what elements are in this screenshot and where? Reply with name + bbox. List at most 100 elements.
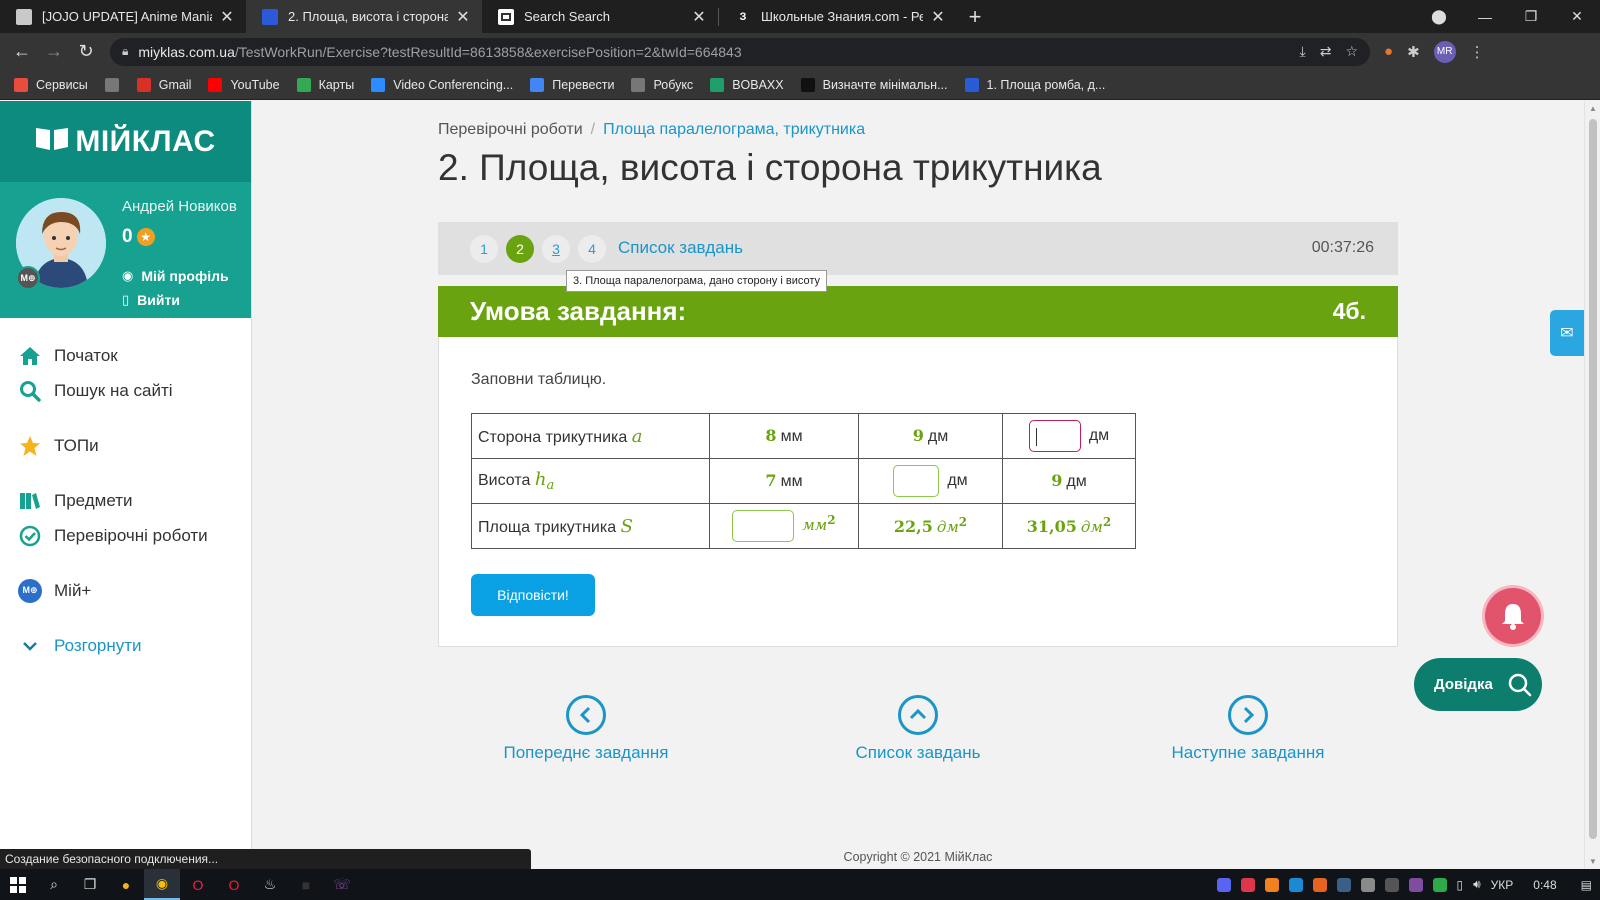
logout-link[interactable]: ▯ Вийти (122, 292, 180, 308)
battery-icon[interactable]: ▯ (1457, 878, 1464, 892)
my-profile-link[interactable]: ◉ Мій профіль (122, 268, 229, 284)
check-tray-icon[interactable] (1432, 877, 1447, 892)
next-task-button[interactable]: Наступне завдання (1148, 695, 1348, 763)
task-number-2-current[interactable]: 2 (506, 235, 534, 263)
translate-icon[interactable]: ⇄ (1320, 43, 1332, 60)
language-indicator[interactable]: УКР (1491, 878, 1514, 892)
bookmark-item[interactable]: BOBAXX (710, 77, 784, 92)
steam-tray-icon[interactable] (1336, 877, 1351, 892)
profile-dropdown-icon[interactable]: ⬤ (1416, 8, 1462, 25)
profile-avatar[interactable]: MR (1433, 40, 1456, 63)
task-number-4[interactable]: 4 (578, 235, 606, 263)
check-circle-icon (18, 524, 42, 548)
bookmark-item[interactable] (104, 77, 127, 92)
sidebar-item-home[interactable]: Початок (0, 338, 251, 373)
previous-task-button[interactable]: Попереднє завдання (486, 695, 686, 763)
back-button[interactable]: ← (6, 41, 38, 62)
bookmark-item[interactable]: YouTube (208, 77, 280, 92)
bookmark-item[interactable]: 1. Площа ромба, д... (964, 77, 1105, 92)
close-icon[interactable]: ✕ (454, 7, 472, 27)
task-number-3[interactable]: 3 (542, 235, 570, 263)
translate-icon (530, 77, 545, 92)
sidebar-item-subjects[interactable]: Предмети (0, 483, 251, 518)
answer-button[interactable]: Відповісти! (471, 574, 595, 616)
bookmark-item[interactable]: Gmail (136, 77, 191, 92)
bookmark-star-icon[interactable]: ☆ (1345, 43, 1358, 60)
app-icon[interactable]: ■ (288, 869, 324, 900)
sidebar-item-tops[interactable]: ТОПи (0, 428, 251, 463)
bookmark-item[interactable]: Сервисы (14, 77, 88, 92)
page-scrollbar[interactable]: ▲ ▼ (1584, 101, 1600, 869)
tray-app-icon[interactable] (1288, 877, 1303, 892)
bookmark-item[interactable]: Робукс (631, 77, 693, 92)
site-logo[interactable]: МІЙКЛАС (0, 101, 251, 182)
cell-value: 31,05 (1026, 517, 1077, 536)
volume-icon[interactable]: 🔊︎ (1473, 877, 1481, 892)
chrome-icon[interactable]: ◉ (144, 869, 180, 900)
bookmark-item[interactable]: Карты (296, 77, 354, 92)
bookmark-label: BOBAXX (732, 77, 784, 92)
restore-button[interactable]: ❐ (1508, 8, 1554, 25)
breadcrumb-current[interactable]: Площа паралелограма, трикутника (603, 121, 865, 138)
url-bar[interactable]: 🔒︎ miyklas.com.ua /TestWorkRun/Exercise?… (110, 37, 1370, 66)
menu-kebab-icon[interactable]: ⋮ (1470, 43, 1485, 61)
sidebar-item-expand[interactable]: Розгорнути (0, 628, 251, 663)
browser-tab-active[interactable]: 2. Площа, висота і сторона трик ✕ (246, 0, 482, 33)
clock[interactable]: 0:48 (1533, 878, 1556, 892)
search-icon[interactable]: ⌕ (36, 869, 72, 900)
opera-gx-icon[interactable]: O (180, 869, 216, 900)
viber-icon[interactable]: ☏ (324, 869, 360, 900)
area-answer-input[interactable] (732, 510, 795, 542)
sidebar-item-tests[interactable]: Перевірочні роботи (0, 518, 251, 553)
task-view-icon[interactable]: ❐ (72, 869, 108, 900)
sidebar-item-my-plus[interactable]: M⊕ Мій+ (0, 573, 251, 608)
notifications-button[interactable] (1485, 588, 1541, 644)
height-answer-input[interactable] (893, 465, 940, 497)
task-list-button[interactable]: Список завдань (818, 695, 1018, 763)
viber-tray-icon[interactable] (1408, 877, 1423, 892)
scroll-up-arrow[interactable]: ▲ (1585, 104, 1600, 113)
app-icon[interactable]: ● (108, 869, 144, 900)
close-icon[interactable]: ✕ (690, 7, 708, 27)
mail-feedback-button[interactable]: ✉ (1550, 310, 1584, 356)
table-row: Висота ha 7 мм дм 9 дм (471, 458, 1136, 504)
scrollbar-thumb[interactable] (1589, 119, 1597, 839)
browser-tab[interactable]: [JOJO UPDATE] Anime Mania - Ro ✕ (0, 0, 246, 33)
browser-tab[interactable]: Search Search ✕ (482, 0, 718, 33)
bookmark-item[interactable]: Перевести (530, 77, 614, 92)
extension-icon[interactable]: ● (1384, 43, 1393, 60)
steam-icon[interactable]: ♨ (252, 869, 288, 900)
task-number-1[interactable]: 1 (470, 235, 498, 263)
sidebar-item-label: Початок (54, 345, 118, 365)
close-icon[interactable]: ✕ (218, 7, 236, 27)
side-answer-input[interactable] (1028, 420, 1081, 452)
tray-app-icon[interactable] (1264, 877, 1279, 892)
forward-button[interactable]: → (38, 41, 70, 62)
row-label: Висота (478, 471, 531, 489)
new-tab-button[interactable]: + (957, 0, 993, 33)
windows-start-icon[interactable] (0, 869, 36, 900)
network-icon[interactable] (1384, 877, 1399, 892)
bookmark-item[interactable]: Визначте мінімальн... (800, 77, 948, 92)
tray-app-icon[interactable] (1360, 877, 1375, 892)
browser-tab[interactable]: З Школьные Знания.com - Решае ✕ (719, 0, 957, 33)
tray-app-icon[interactable] (1312, 877, 1327, 892)
puzzle-extensions-icon[interactable]: ✱ (1407, 43, 1420, 61)
bookmark-item[interactable]: Video Conferencing... (371, 77, 513, 92)
close-icon[interactable]: ✕ (929, 7, 947, 27)
reload-button[interactable]: ↻ (70, 41, 102, 62)
scroll-down-arrow[interactable]: ▼ (1585, 857, 1600, 866)
tray-app-icon[interactable] (1240, 877, 1255, 892)
notifications-icon[interactable]: ▤ (1581, 878, 1592, 892)
sidebar-item-search[interactable]: Пошук на сайті (0, 373, 251, 408)
close-window-button[interactable]: ✕ (1554, 8, 1600, 25)
discord-icon[interactable] (1216, 877, 1231, 892)
timer: 00:37:26 (1311, 239, 1374, 256)
install-app-icon[interactable]: ⤓ (1300, 43, 1306, 60)
breadcrumb-root[interactable]: Перевірочні роботи (438, 121, 583, 138)
help-button[interactable]: Довідка (1414, 658, 1542, 711)
task-list-link[interactable]: Список завдань (618, 238, 743, 258)
unit-text: дм (1080, 518, 1103, 536)
minimize-button[interactable]: — (1462, 9, 1508, 25)
opera-icon[interactable]: O (216, 869, 252, 900)
